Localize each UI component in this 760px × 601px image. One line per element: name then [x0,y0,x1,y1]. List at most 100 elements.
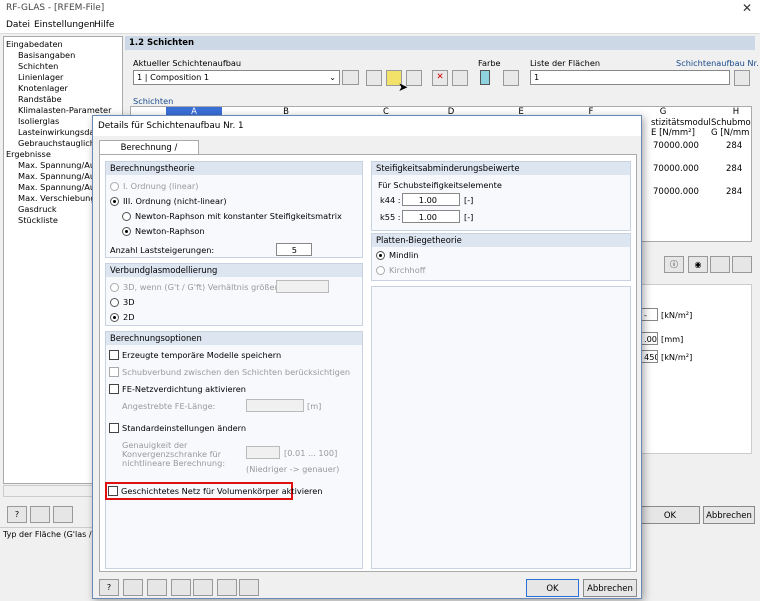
checkbox-temp-models[interactable] [109,350,119,360]
radio-label: Mindlin [389,250,419,260]
fe-length-stepper[interactable] [246,399,304,412]
table-cell[interactable]: 70000.000 [653,187,699,197]
forward-icon[interactable] [53,506,73,523]
k44-stepper[interactable]: 1.00 [402,193,460,206]
group-header: Verbundglasmodellierung [106,264,362,277]
tree-item[interactable]: Basisangaben [18,50,75,60]
help-icon[interactable]: ? [7,506,27,523]
copy-composition-icon[interactable] [406,70,422,86]
tree-item[interactable]: Schichten [18,61,58,71]
export-icon[interactable] [710,256,730,273]
composition-select[interactable]: 1 | Composition 1 ⌄ [133,70,340,85]
window-title: RF-GLAS - [RFEM-File] [6,3,105,13]
tree-item[interactable]: Stückliste [18,215,58,225]
table-cell[interactable]: 70000.000 [653,141,699,151]
color-swatch[interactable] [480,70,490,85]
k55-label: k55 : [380,212,401,222]
tab-berechnung[interactable]: Berechnung / Modellierung [99,140,199,167]
genauigkeit-hint: (Niedriger -> genauer) [246,464,340,474]
tree-item[interactable]: Randstäbe [18,94,62,104]
undo-icon[interactable] [147,579,167,596]
checkbox-geschichtetes-netz[interactable] [108,486,118,496]
group-verbundglas: Verbundglasmodellierung 3D, wenn (G't / … [105,263,363,326]
mouse-cursor-icon: ➤ [398,80,409,94]
radio-label: 3D, wenn (G't / G'ft) Verhältnis größer … [123,282,295,292]
prev-icon[interactable] [217,579,237,596]
checkbox-schubverbund[interactable] [109,367,119,377]
flaechen-input[interactable]: 1 [530,70,730,85]
save-icon[interactable] [171,579,191,596]
flaechen-label: Liste der Flächen [530,58,601,68]
table-cell[interactable]: 70000.000 [653,164,699,174]
group-header: Platten-Biegetheorie [372,234,630,247]
k44-label: k44 : [380,195,401,205]
next-icon[interactable] [239,579,259,596]
color-picker-icon[interactable] [503,70,519,86]
checkbox-fe-netz[interactable] [109,384,119,394]
section-title: 1.2 Schichten [125,36,755,50]
checkbox-label: Schubverbund zwischen den Schichten berü… [122,367,351,377]
details-dialog: Details für Schichtenaufbau Nr. 1 Berech… [92,115,642,599]
col-g-header[interactable]: G [653,107,673,117]
tree-item[interactable]: Gasdruck [18,204,57,214]
import-table-icon[interactable] [732,256,752,273]
radio-newton-const[interactable] [122,212,131,221]
back-icon[interactable] [30,506,50,523]
value-field[interactable]: - [640,308,658,321]
help-icon[interactable]: ? [99,579,119,596]
checkbox-label: Geschichtetes Netz für Volumenkörper akt… [121,486,323,496]
info-icon[interactable]: ⓘ [664,256,684,273]
checkbox-standard[interactable] [109,423,119,433]
group-header: Berechnungsoptionen [106,332,362,345]
k55-stepper[interactable]: 1.00 [402,210,460,223]
tree-item[interactable]: Knotenlager [18,83,68,93]
menu-bar: Datei Einstellungen Hilfe [0,18,760,34]
tree-item[interactable]: Isolierglas [18,116,59,126]
radio-newton[interactable] [122,227,131,236]
radio-kirchhoff[interactable] [376,266,385,275]
select-surface-icon[interactable] [734,70,750,86]
menu-datei[interactable]: Datei [6,20,30,30]
delete-icon[interactable]: ✕ [432,70,448,86]
view-icon[interactable]: ◉ [688,256,708,273]
title-bar: RF-GLAS - [RFEM-File] ✕ [0,0,760,18]
col-h-header[interactable]: H [726,107,746,117]
value-field[interactable]: .00 [640,332,658,345]
radio-2d[interactable] [110,313,119,322]
load-icon[interactable] [193,579,213,596]
tree-group-eingabedaten[interactable]: Eingabedaten [6,39,63,49]
genauigkeit-stepper[interactable] [246,446,280,459]
import-icon[interactable] [452,70,468,86]
table-cell[interactable]: 284 [726,164,742,174]
k55-unit: [-] [464,212,474,222]
schichten-label: Schichten [133,96,174,106]
new-composition-icon[interactable] [366,70,382,86]
close-icon[interactable]: ✕ [742,1,752,15]
col-g-unit: E [N/mm²] [651,128,695,138]
radio-3d[interactable] [110,298,119,307]
radio-nonlinear[interactable] [110,197,119,206]
radio-linear[interactable] [110,182,119,191]
checkbox-label: Erzeugte temporäre Modelle speichern [122,350,282,360]
value-field[interactable]: 450 [640,350,658,363]
tree-item[interactable]: Klimalasten-Parameter [18,105,111,115]
tree-item[interactable]: Linienlager [18,72,63,82]
calc-icon[interactable] [123,579,143,596]
menu-hilfe[interactable]: Hilfe [94,20,114,30]
laststeigerungen-stepper[interactable]: 5 [276,243,312,256]
prev-next-button[interactable] [342,70,359,85]
main-cancel-button[interactable]: Abbrechen [703,506,755,524]
ratio-stepper[interactable] [276,280,329,293]
table-cell[interactable]: 284 [726,187,742,197]
dialog-cancel-button[interactable]: Abbrechen [583,579,637,597]
empty-group [371,286,631,569]
radio-mindlin[interactable] [376,251,385,260]
aktueller-label: Aktueller Schichtenaufbau [133,58,242,68]
dialog-ok-button[interactable]: OK [526,579,579,597]
tree-group-ergebnisse[interactable]: Ergebnisse [6,149,51,159]
radio-3d-ratio[interactable] [110,283,119,292]
menu-einstellungen[interactable]: Einstellungen [34,20,95,30]
table-cell[interactable]: 284 [726,141,742,151]
k44-unit: [-] [464,195,474,205]
main-ok-button[interactable]: OK [640,506,700,524]
